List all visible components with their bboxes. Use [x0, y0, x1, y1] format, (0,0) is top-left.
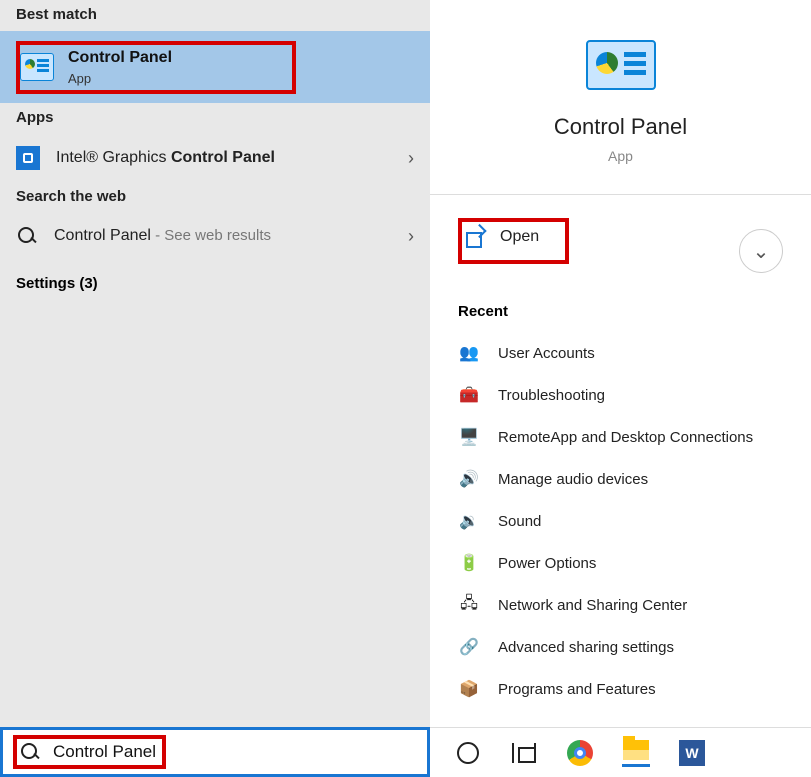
preview-title: Control Panel: [554, 114, 687, 140]
settings-category[interactable]: Settings (3): [0, 259, 430, 308]
recent-item-remoteapp[interactable]: 🖥️RemoteApp and Desktop Connections: [448, 416, 793, 458]
web-result-item[interactable]: Control Panel - See web results ›: [0, 213, 430, 259]
open-action[interactable]: Open: [500, 228, 539, 246]
annotation-best-match: Control Panel App: [16, 41, 296, 94]
control-panel-icon: [20, 53, 54, 81]
recent-item-audio-devices[interactable]: 🔊Manage audio devices: [448, 458, 793, 500]
recent-item-advanced-sharing[interactable]: 🔗Advanced sharing settings: [448, 626, 793, 668]
power-icon: 🔋: [458, 552, 480, 574]
recent-header: Recent: [430, 295, 811, 332]
recent-item-troubleshooting[interactable]: 🧰Troubleshooting: [448, 374, 793, 416]
intel-graphics-icon: [16, 146, 40, 170]
file-explorer-icon[interactable]: [622, 739, 650, 767]
audio-icon: 🔊: [458, 468, 480, 490]
search-input-text[interactable]: Control Panel: [53, 742, 156, 762]
cortana-icon[interactable]: [454, 739, 482, 767]
user-accounts-icon: 👥: [458, 342, 480, 364]
word-icon[interactable]: W: [678, 739, 706, 767]
annotation-open: Open: [458, 218, 569, 264]
expand-button[interactable]: ⌄: [739, 229, 783, 273]
best-match-header: Best match: [0, 0, 430, 31]
recent-item-network-sharing[interactable]: 🖧Network and Sharing Center: [448, 584, 793, 626]
task-view-icon[interactable]: [510, 739, 538, 767]
web-result-label: Control Panel - See web results: [54, 227, 271, 245]
chrome-icon[interactable]: [566, 739, 594, 767]
recent-item-power-options[interactable]: 🔋Power Options: [448, 542, 793, 584]
remoteapp-icon: 🖥️: [458, 426, 480, 448]
network-icon: 🖧: [458, 594, 480, 616]
sharing-icon: 🔗: [458, 636, 480, 658]
best-match-item[interactable]: Control Panel App: [0, 31, 430, 103]
programs-icon: 📦: [458, 678, 480, 700]
recent-item-user-accounts[interactable]: 👥User Accounts: [448, 332, 793, 374]
taskbar-search-box[interactable]: Control Panel: [0, 727, 430, 777]
troubleshooting-icon: 🧰: [458, 384, 480, 406]
search-icon: [19, 741, 41, 763]
control-panel-icon: [586, 40, 656, 90]
search-web-header: Search the web: [0, 182, 430, 213]
recent-item-sound[interactable]: 🔉Sound: [448, 500, 793, 542]
best-match-subtitle: App: [68, 71, 172, 86]
apps-item-label: Intel® Graphics Control Panel: [56, 149, 275, 167]
preview-panel: Control Panel App Open ⌄ Recent 👥User Ac…: [430, 0, 811, 727]
apps-header: Apps: [0, 103, 430, 134]
annotation-search: Control Panel: [13, 735, 166, 769]
best-match-title: Control Panel: [68, 49, 172, 67]
chevron-right-icon[interactable]: ›: [408, 226, 414, 247]
recent-list: 👥User Accounts 🧰Troubleshooting 🖥️Remote…: [430, 332, 811, 710]
chevron-right-icon[interactable]: ›: [408, 148, 414, 169]
sound-icon: 🔉: [458, 510, 480, 532]
preview-hero: Control Panel App: [430, 20, 811, 194]
open-icon: [466, 228, 484, 246]
search-results-panel: Best match Control Panel App Apps Intel®…: [0, 0, 430, 727]
apps-item-intel-graphics[interactable]: Intel® Graphics Control Panel ›: [0, 134, 430, 182]
preview-subtitle: App: [608, 148, 633, 164]
recent-item-programs-features[interactable]: 📦Programs and Features: [448, 668, 793, 710]
taskbar: W: [430, 727, 811, 777]
search-icon: [16, 225, 38, 247]
